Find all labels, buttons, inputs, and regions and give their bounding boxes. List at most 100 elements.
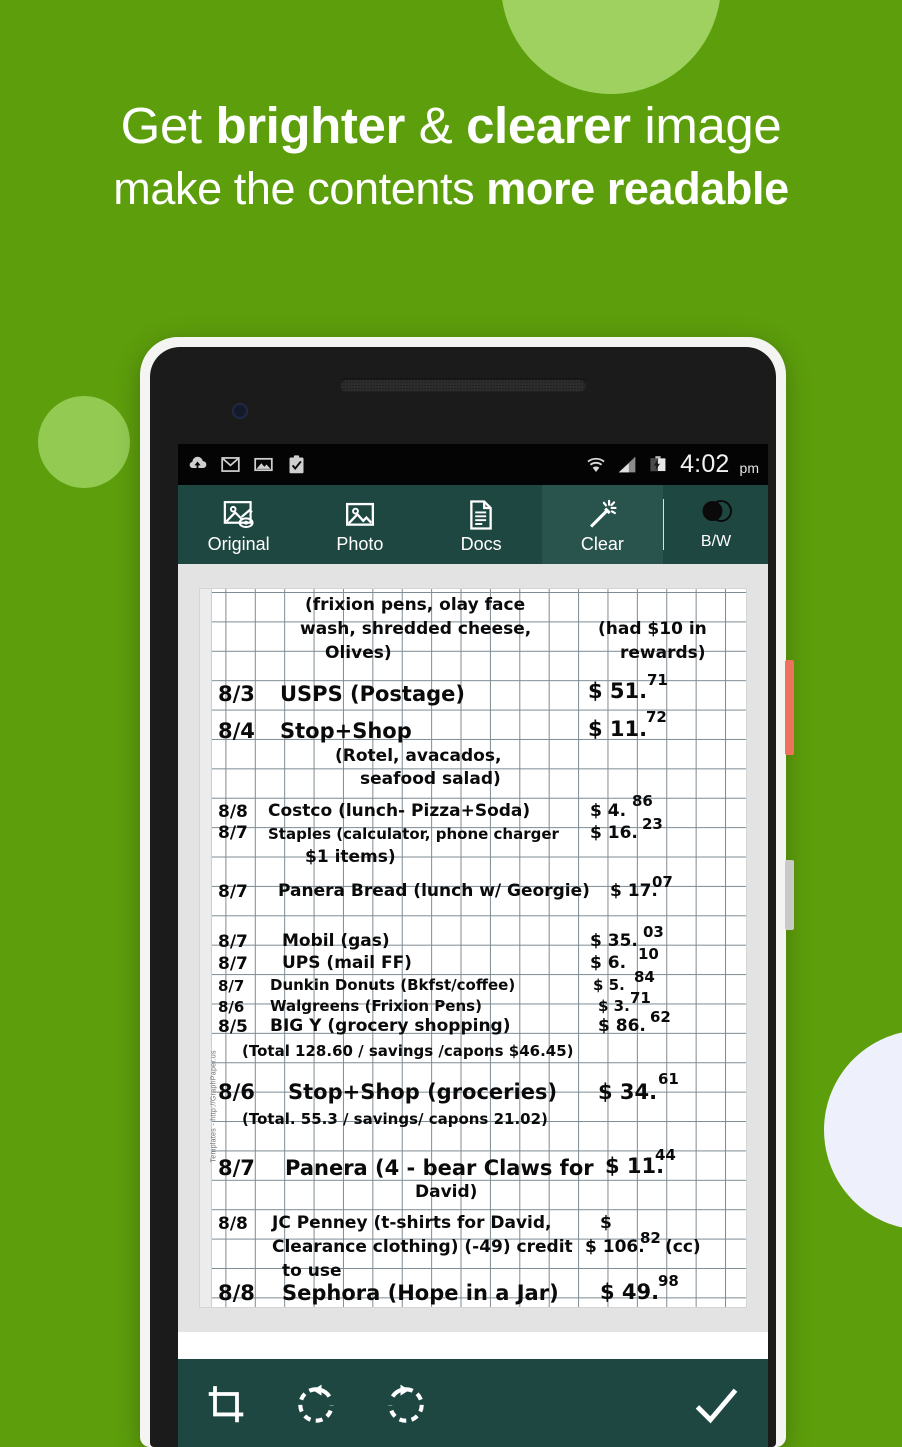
entry-date: 8/8 bbox=[218, 802, 248, 822]
battery-charging-icon bbox=[650, 456, 666, 472]
note-line: wash, shredded cheese, bbox=[300, 619, 532, 639]
entry-amount: $ 34. bbox=[598, 1080, 658, 1104]
entry-date: 8/8 bbox=[218, 1214, 248, 1234]
entry-amount: $ 16. bbox=[590, 823, 638, 843]
entry-desc: USPS (Postage) bbox=[280, 682, 466, 706]
phone-device-mockup: 4:02 pm Original Photo Docs Clear B/W Te… bbox=[140, 337, 786, 1447]
entry-desc: Stop+Shop (groceries) bbox=[288, 1080, 558, 1104]
entry-amount: $ 51. bbox=[588, 679, 648, 703]
clipboard-check-icon bbox=[289, 455, 304, 474]
entry-cents: 86 bbox=[632, 792, 653, 810]
promo-headline: Get brighter & clearer image make the co… bbox=[0, 92, 902, 219]
entry-cents: 84 bbox=[634, 968, 655, 986]
note-line: (Total 128.60 / savings /capons $46.45) bbox=[242, 1042, 574, 1060]
entry-cents: 71 bbox=[647, 671, 668, 689]
entry-date: 8/7 bbox=[218, 977, 245, 995]
rotate-counterclockwise-icon[interactable] bbox=[294, 1383, 338, 1427]
magic-wand-icon bbox=[590, 499, 617, 528]
headline-line-2: make the contents more readable bbox=[0, 159, 902, 218]
entry-desc: Sephora (Hope in a Jar) bbox=[282, 1281, 559, 1305]
entry-date: 8/6 bbox=[218, 1080, 255, 1104]
gmail-icon bbox=[221, 457, 240, 472]
note-line: Clearance clothing) (-49) credit bbox=[272, 1237, 573, 1257]
decorative-circle-left bbox=[38, 396, 130, 488]
entry-desc: Panera (4 - bear Claws for bbox=[285, 1156, 594, 1180]
power-button[interactable] bbox=[785, 860, 794, 930]
scanned-document-view[interactable]: Templates - http://GraphPaper.us (frixio… bbox=[178, 564, 768, 1332]
note-line: to use bbox=[282, 1261, 342, 1281]
checkmark-icon[interactable] bbox=[690, 1379, 742, 1431]
entry-date: 8/7 bbox=[218, 823, 248, 843]
image-preview-icon bbox=[223, 500, 254, 528]
toggle-bw-label: B/W bbox=[700, 533, 732, 550]
entry-cents: 72 bbox=[646, 708, 667, 726]
wifi-icon bbox=[587, 457, 605, 472]
entry-cents: 23 bbox=[642, 815, 663, 833]
toggle-bw[interactable]: B/W bbox=[664, 485, 768, 564]
status-bar-system-icons: 4:02 pm bbox=[583, 450, 759, 479]
android-status-bar: 4:02 pm bbox=[178, 444, 768, 485]
tab-original[interactable]: Original bbox=[178, 485, 299, 564]
entry-desc: UPS (mail FF) bbox=[282, 953, 412, 973]
entry-date: 8/7 bbox=[218, 932, 248, 952]
entry-desc: Costco (lunch- Pizza+Soda) bbox=[268, 801, 531, 821]
note-line: rewards) bbox=[620, 643, 706, 663]
tab-docs[interactable]: Docs bbox=[421, 485, 542, 564]
entry-amount: $ 17. bbox=[610, 881, 658, 901]
status-bar-notification-icons bbox=[187, 454, 307, 475]
entry-amount: $ 49. bbox=[600, 1280, 660, 1304]
entry-date: 8/8 bbox=[218, 1281, 255, 1305]
headline-text-clearer: clearer bbox=[466, 97, 631, 154]
crop-icon[interactable] bbox=[204, 1383, 248, 1427]
entry-date: 8/3 bbox=[218, 682, 255, 706]
entry-desc: Dunkin Donuts (Bkfst/coffee) bbox=[270, 976, 516, 994]
entry-amount: $ 4. bbox=[590, 801, 627, 821]
entry-cents: 03 bbox=[643, 923, 664, 941]
entry-amount: $ 11. bbox=[588, 717, 648, 741]
note-line: Olives) bbox=[325, 643, 392, 663]
landscape-image-icon bbox=[345, 502, 374, 526]
entry-cents: 82 bbox=[640, 1229, 661, 1247]
entry-cents: 10 bbox=[638, 945, 659, 963]
tab-clear-label: Clear bbox=[580, 533, 624, 554]
entry-suffix: (cc) bbox=[665, 1237, 701, 1257]
entry-desc: BIG Y (grocery shopping) bbox=[270, 1016, 511, 1036]
filter-toolbar: Original Photo Docs Clear B/W bbox=[178, 485, 768, 564]
entry-date: 8/7 bbox=[218, 954, 248, 974]
note-line: seafood salad) bbox=[360, 769, 501, 789]
headline-text-brighter: brighter bbox=[215, 97, 405, 154]
tab-docs-label: Docs bbox=[460, 533, 502, 554]
rotate-clockwise-icon[interactable] bbox=[384, 1383, 428, 1427]
entry-desc: Staples (calculator, phone charger bbox=[268, 825, 559, 843]
entry-cents: 98 bbox=[658, 1272, 679, 1290]
headline-text-more-readable: more readable bbox=[486, 163, 789, 215]
entry-cents: 62 bbox=[650, 1008, 671, 1026]
document-icon bbox=[470, 499, 492, 530]
note-line: (Total. 55.3 / savings/ capons 21.02) bbox=[242, 1110, 548, 1128]
status-bar-clock: 4:02 bbox=[680, 450, 730, 478]
entry-amount: $ 3. bbox=[598, 997, 630, 1015]
headline-line-1: Get brighter & clearer image bbox=[0, 92, 902, 159]
entry-date: 8/4 bbox=[218, 719, 255, 743]
headline-text-amp: & bbox=[404, 97, 467, 154]
note-line: $1 items) bbox=[305, 847, 396, 867]
paper-watermark: Templates - http://GraphPaper.us bbox=[210, 1050, 218, 1163]
volume-button[interactable] bbox=[785, 660, 794, 755]
signal-icon bbox=[618, 456, 636, 473]
decorative-circle-right bbox=[824, 1030, 902, 1230]
tab-clear[interactable]: Clear bbox=[541, 485, 663, 564]
phone-bezel: 4:02 pm Original Photo Docs Clear B/W Te… bbox=[150, 347, 776, 1447]
entry-amount: $ 6. bbox=[590, 953, 627, 973]
tab-photo-label: Photo bbox=[336, 533, 384, 554]
entry-date: 8/6 bbox=[218, 998, 245, 1016]
editor-action-bar bbox=[178, 1359, 768, 1447]
entry-date: 8/5 bbox=[218, 1017, 248, 1037]
entry-amount: $ 5. bbox=[593, 976, 625, 994]
tab-original-label: Original bbox=[207, 533, 270, 554]
tab-photo[interactable]: Photo bbox=[299, 485, 420, 564]
entry-amount: $ 35. bbox=[590, 931, 638, 951]
entry-desc: JC Penney (t-shirts for David, bbox=[272, 1213, 552, 1233]
entry-cents: 61 bbox=[658, 1070, 679, 1088]
entry-cents: 71 bbox=[630, 989, 651, 1007]
entry-desc: Panera Bread (lunch w/ Georgie) bbox=[278, 881, 590, 901]
